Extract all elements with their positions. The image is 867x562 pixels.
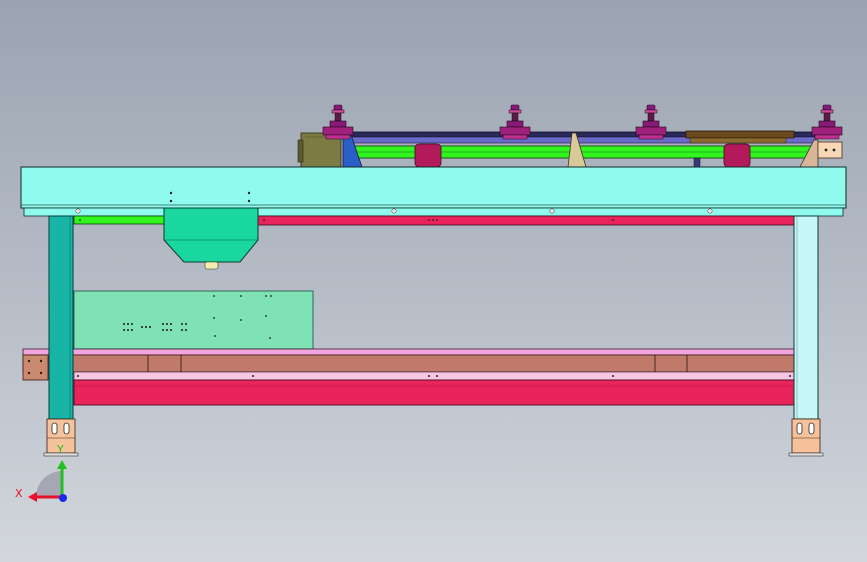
- end-bracket: [817, 141, 843, 159]
- clamp-4: [811, 104, 843, 140]
- clamp-1: [322, 104, 354, 140]
- right-foot: [788, 418, 824, 457]
- clamp-3: [635, 104, 667, 140]
- roller-right: [723, 143, 751, 168]
- green-lower-rail: [73, 215, 165, 225]
- right-leg: [793, 215, 819, 420]
- brown-crossbar: [22, 354, 795, 373]
- roller-left: [414, 143, 442, 168]
- discharge-hopper: [163, 207, 259, 270]
- triad-y-label: Y: [56, 443, 64, 456]
- red-lower-beam: [73, 379, 795, 406]
- top-rail-assembly: [297, 104, 843, 168]
- cad-viewport[interactable]: X Y: [0, 0, 867, 562]
- main-top-beam: [20, 166, 847, 217]
- coordinate-triad[interactable]: X Y: [15, 443, 67, 502]
- pink-mid-strip: [73, 371, 795, 381]
- lower-crossbar-assembly: [22, 348, 795, 406]
- left-leg: [48, 215, 74, 420]
- red-lower-rail: [257, 215, 795, 226]
- hopper-outlet: [204, 261, 219, 270]
- electrical-panel: [73, 290, 314, 350]
- pink-top-strip: [22, 348, 795, 356]
- machine-frame-drawing[interactable]: X Y: [0, 0, 867, 562]
- triad-x-label: X: [15, 487, 23, 500]
- clamp-2: [499, 104, 531, 140]
- triad-plane-icon: [36, 471, 62, 497]
- brown-slide-bar: [685, 130, 795, 139]
- triad-z-axis: [59, 494, 67, 502]
